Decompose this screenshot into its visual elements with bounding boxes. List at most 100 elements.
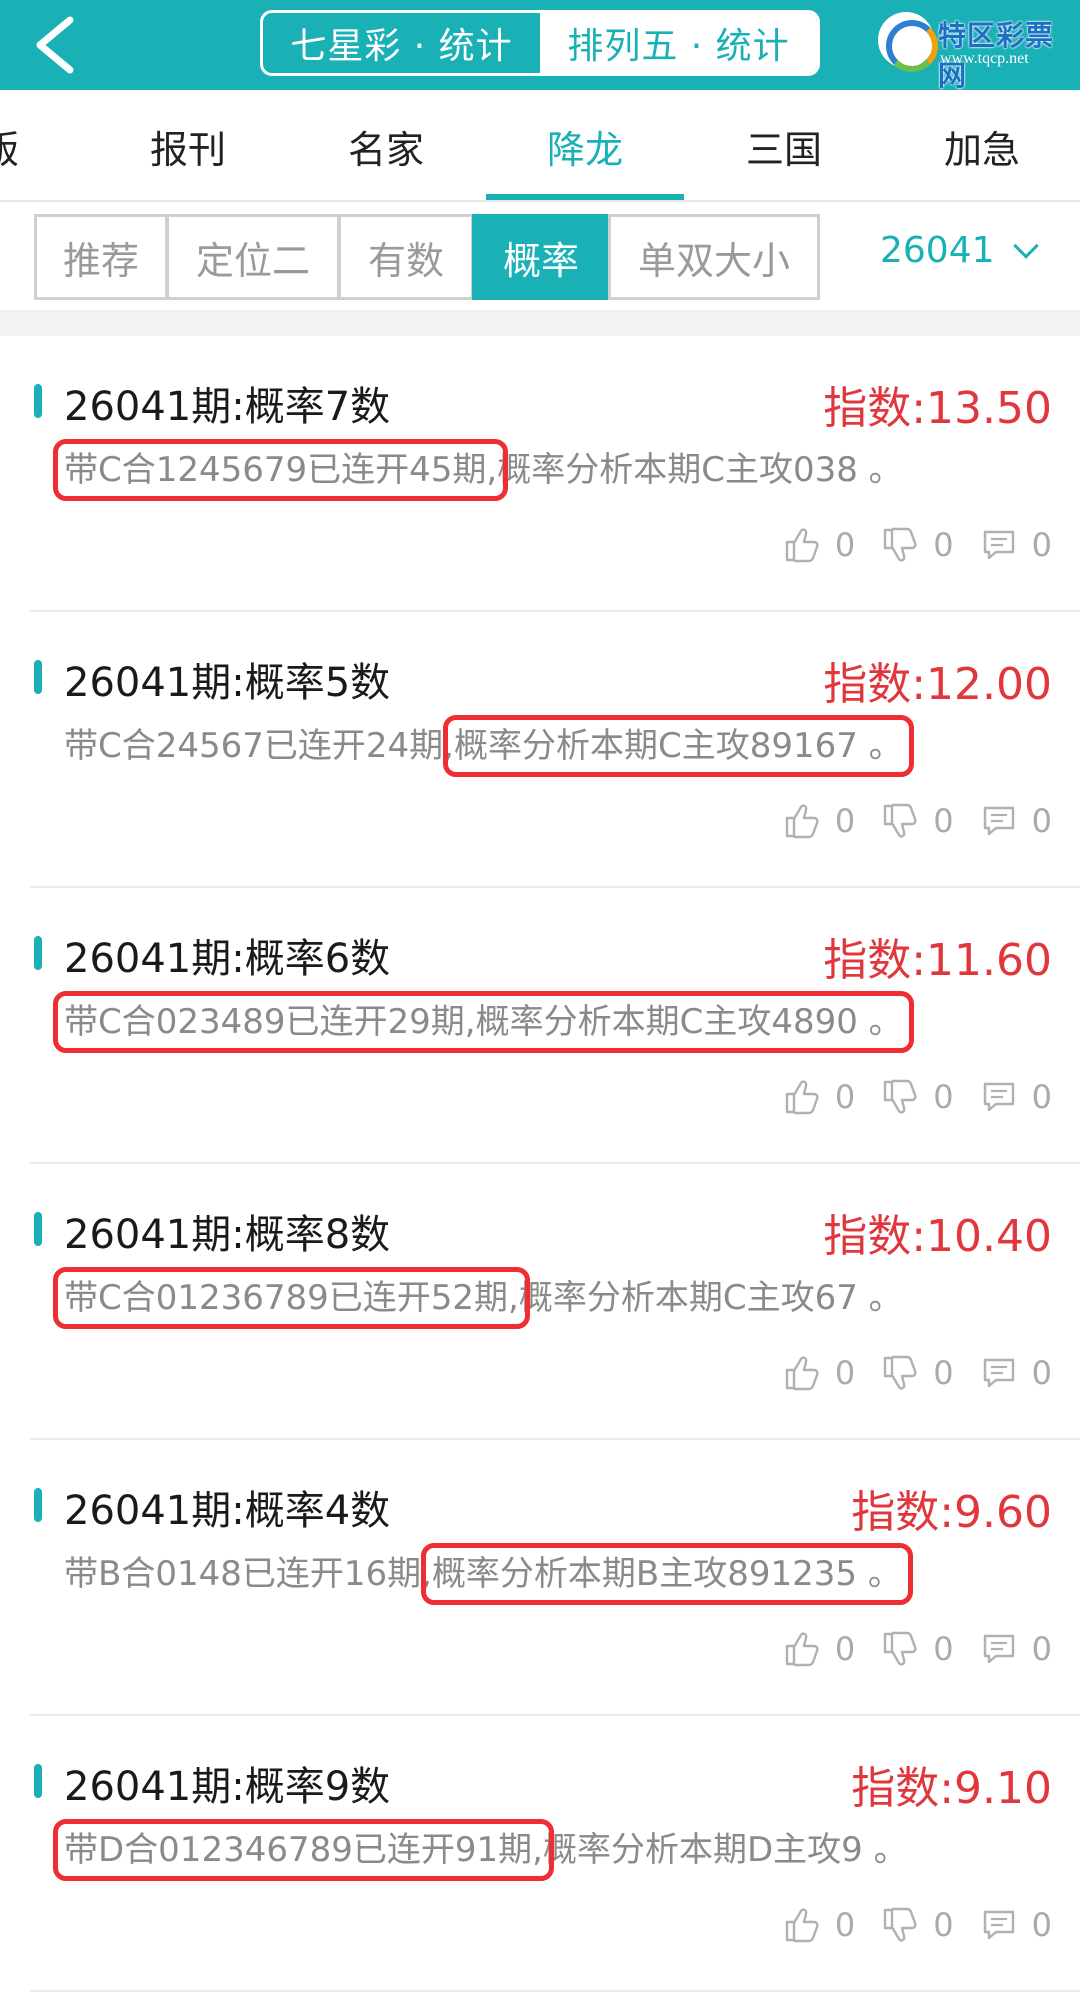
dislike-count: 0 [933, 802, 954, 840]
comment-count: 0 [1031, 526, 1052, 564]
card-desc-streak: 带C合1245679已连开45期, [52, 439, 509, 501]
seg-pailiewu[interactable]: 排列五 · 统计 [540, 13, 817, 73]
card-desc-wrap: 带B合0148已连开16期,概率分析本期B主攻891235 。 [64, 1543, 913, 1605]
thumbs-down-icon [884, 1355, 917, 1390]
card-description: 带C合01236789已连开52期,概率分析本期C主攻67 。 [53, 1267, 903, 1329]
like-button[interactable]: 0 [783, 1078, 855, 1116]
tab-xianglong[interactable]: 降龙 [486, 90, 684, 202]
like-count: 0 [834, 1906, 856, 1944]
thumbs-up-icon [785, 1632, 819, 1667]
lottery-switch: 七星彩 · 统计 排列五 · 统计 [260, 10, 820, 76]
logo-url: www.tqcp.net [940, 50, 1029, 67]
tab-jiaji[interactable]: 加急 [882, 90, 1080, 202]
dislike-count: 0 [933, 1354, 954, 1392]
card-accent-bar [34, 1212, 42, 1246]
comment-count: 0 [1031, 1078, 1052, 1116]
card-title[interactable]: 26041期:概率4数 [64, 1478, 390, 1536]
thumbs-down-icon [884, 1631, 917, 1666]
comment-button[interactable]: 0 [980, 1078, 1052, 1116]
filter-tuijian[interactable]: 推荐 [34, 214, 168, 300]
prediction-card[interactable]: 26041期:概率8数 指数:10.40 带C合01236789已连开52期,概率分… [30, 1164, 1080, 1440]
like-button[interactable]: 0 [783, 1630, 855, 1668]
like-button[interactable]: 0 [783, 1354, 855, 1392]
card-accent-bar [34, 1764, 42, 1798]
dislike-button[interactable]: 0 [881, 1078, 954, 1116]
comment-count: 0 [1031, 1354, 1052, 1392]
card-actions: 0 0 0 [783, 1906, 1052, 1944]
card-title[interactable]: 26041期:概率9数 [64, 1754, 390, 1812]
tab-sanguo[interactable]: 三国 [684, 90, 884, 202]
thumbs-up-icon [785, 528, 819, 563]
tab-mingjia[interactable]: 名家 [286, 90, 486, 202]
card-title[interactable]: 26041期:概率7数 [64, 374, 390, 432]
site-logo: 特区彩票网 www.tqcp.net [876, 6, 1076, 92]
chevron-down-icon [1012, 232, 1039, 259]
comment-button[interactable]: 0 [980, 1630, 1052, 1668]
prediction-card[interactable]: 26041期:概率5数 指数:12.00 带C合24567已连开24期,概率分析本期… [30, 612, 1080, 888]
card-desc-analysis: 概率分析本期D主攻9 。 [542, 1830, 908, 1870]
filter-gailv[interactable]: 概率 [472, 214, 610, 300]
prediction-card[interactable]: 26041期:概率6数 指数:11.60 带C合023489已连开29期,概率分析本… [30, 888, 1080, 1164]
prediction-card[interactable]: 26041期:概率4数 指数:9.60 带B合0148已连开16期,概率分析本期B主… [30, 1440, 1080, 1716]
back-button[interactable] [28, 14, 88, 76]
card-actions: 0 0 0 [783, 1078, 1052, 1116]
card-index-score: 指数:10.40 [823, 1211, 1052, 1262]
tab-baokan[interactable]: 报刊 [88, 90, 288, 202]
prediction-card[interactable]: 26041期:概率7数 指数:13.50 带C合1245679已连开45期,概率分析… [30, 336, 1080, 612]
card-index-score: 指数:9.10 [851, 1763, 1052, 1814]
card-actions: 0 0 0 [783, 526, 1052, 564]
thumbs-up-icon [785, 1356, 819, 1391]
comment-button[interactable]: 0 [980, 526, 1052, 564]
thumbs-up-icon [785, 1080, 819, 1115]
tab-ban[interactable]: 版 [0, 90, 40, 202]
like-count: 0 [834, 1630, 856, 1668]
card-title[interactable]: 26041期:概率8数 [64, 1202, 390, 1260]
like-count: 0 [834, 802, 856, 840]
card-description: 带C合24567已连开24期,概率分析本期C主攻89167 。 [64, 715, 914, 777]
like-count: 0 [834, 1354, 856, 1392]
like-button[interactable]: 0 [783, 802, 855, 840]
filter-youshu[interactable]: 有数 [338, 214, 474, 300]
filter-dingweier[interactable]: 定位二 [166, 214, 340, 300]
card-accent-bar [34, 936, 42, 970]
comment-button[interactable]: 0 [980, 1906, 1052, 1944]
card-title[interactable]: 26041期:概率5数 [64, 650, 390, 708]
dislike-button[interactable]: 0 [881, 1354, 954, 1392]
comment-button[interactable]: 0 [980, 1354, 1052, 1392]
card-title[interactable]: 26041期:概率6数 [64, 926, 390, 984]
prediction-card[interactable]: 26041期:概率9数 指数:9.10 带D合012346789已连开91期,概率分… [30, 1716, 1080, 1992]
comment-icon [983, 1082, 1014, 1112]
like-button[interactable]: 0 [783, 1906, 855, 1944]
filter-bar: 推荐 定位二 有数 概率 单双大小 26041 [0, 204, 1080, 310]
dislike-count: 0 [933, 526, 954, 564]
card-desc-analysis: 概率分析本期C主攻038 。 [497, 450, 903, 490]
card-desc-streak: 带D合012346789已连开91期, [53, 1819, 554, 1881]
like-count: 0 [834, 1078, 856, 1116]
like-button[interactable]: 0 [783, 526, 855, 564]
filter-danshuangdaxiao[interactable]: 单双大小 [608, 214, 820, 300]
seg-qixingcai[interactable]: 七星彩 · 统计 [263, 13, 540, 73]
comment-count: 0 [1031, 1630, 1052, 1668]
card-description: 带D合012346789已连开91期,概率分析本期D主攻9 。 [53, 1819, 908, 1881]
thumbs-down-icon [884, 1079, 917, 1114]
card-desc-streak: 带B合0148已连开16期, [64, 1554, 432, 1594]
card-desc-wrap: 带C合24567已连开24期,概率分析本期C主攻89167 。 [64, 715, 914, 777]
logo-mark-icon [878, 12, 938, 72]
card-desc-analysis: 概率分析本期C主攻89167 。 [442, 715, 914, 777]
dislike-button[interactable]: 0 [881, 526, 954, 564]
comment-button[interactable]: 0 [980, 802, 1052, 840]
card-desc-analysis: 概率分析本期C主攻67 。 [518, 1278, 903, 1318]
card-accent-bar [34, 384, 42, 418]
card-desc-wrap: 带C合023489已连开29期,概率分析本期C主攻4890 。 [53, 991, 914, 1053]
period-select[interactable]: 26041 [880, 230, 1039, 271]
dislike-button[interactable]: 0 [881, 1906, 954, 1944]
card-index-score: 指数:9.60 [851, 1487, 1052, 1538]
chevron-left-icon [36, 16, 74, 74]
card-desc-wrap: 带C合01236789已连开52期,概率分析本期C主攻67 。 [53, 1267, 903, 1329]
dislike-button[interactable]: 0 [881, 802, 954, 840]
card-index-score: 指数:11.60 [823, 935, 1052, 986]
card-desc-wrap: 带D合012346789已连开91期,概率分析本期D主攻9 。 [53, 1819, 908, 1881]
dislike-button[interactable]: 0 [881, 1630, 954, 1668]
card-description: 带C合1245679已连开45期,概率分析本期C主攻038 。 [52, 439, 903, 501]
like-count: 0 [834, 526, 856, 564]
